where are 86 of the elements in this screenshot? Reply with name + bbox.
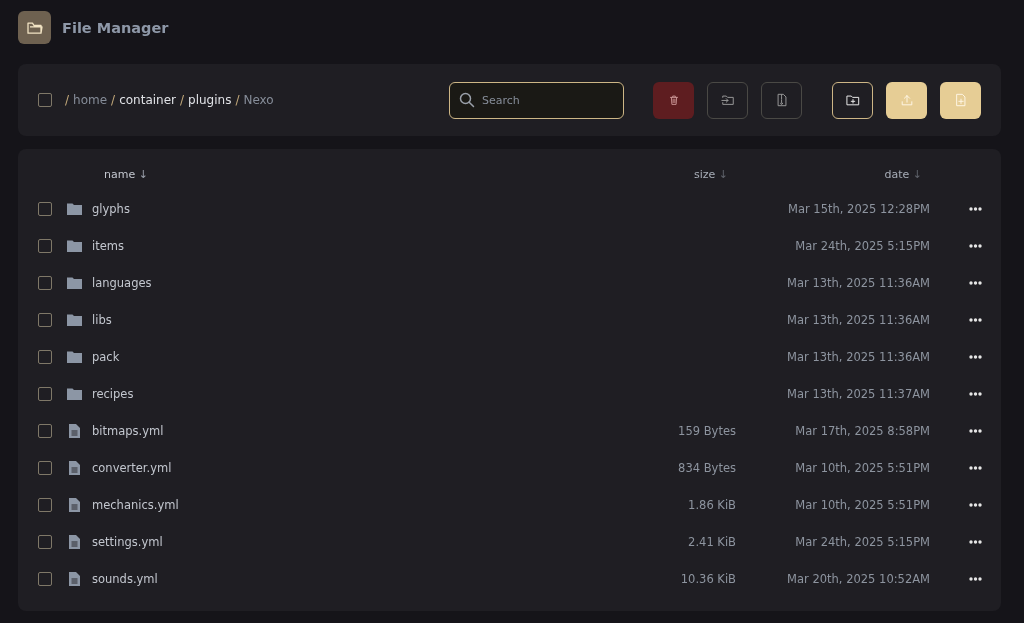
modified-date: Mar 13th, 2025 11:36AM	[786, 312, 930, 327]
modified-date: Mar 20th, 2025 10:52AM	[786, 571, 930, 586]
folder-name[interactable]: glyphs	[92, 201, 616, 216]
more-options-icon[interactable]	[968, 391, 982, 396]
column-header[interactable]: name ↓	[92, 167, 616, 181]
folder-name[interactable]: items	[92, 238, 616, 253]
checkbox[interactable]	[38, 93, 52, 107]
folder-icon	[67, 349, 82, 364]
modified-date: Mar 13th, 2025 11:36AM	[786, 349, 930, 364]
path-separator: /	[180, 93, 185, 107]
more-options-icon[interactable]	[968, 539, 982, 544]
checkbox[interactable]	[38, 201, 52, 216]
app-title: File Manager	[62, 19, 169, 36]
delete-button[interactable]	[653, 81, 694, 119]
more-options-icon[interactable]	[968, 354, 982, 359]
modified-date: Mar 10th, 2025 5:51PM	[794, 497, 930, 512]
file-size: 159 Bytes	[677, 423, 736, 438]
upload-button[interactable]	[886, 81, 927, 119]
folder-plus-icon	[845, 93, 860, 107]
more-options-icon[interactable]	[968, 465, 982, 470]
file-icon	[67, 497, 82, 512]
folder-icon	[67, 201, 82, 216]
file-plus-icon	[953, 93, 968, 107]
file-name[interactable]: settings.yml	[92, 534, 616, 549]
folder-icon	[67, 275, 82, 290]
file-name[interactable]: mechanics.yml	[92, 497, 616, 512]
folder-logo-icon	[18, 11, 51, 44]
checkbox[interactable]	[38, 275, 52, 290]
more-options-icon[interactable]	[968, 280, 982, 285]
more-options-icon[interactable]	[968, 206, 982, 211]
breadcrumb-link[interactable]: Nexo	[243, 93, 274, 107]
checkbox[interactable]	[38, 460, 52, 475]
breadcrumb-link[interactable]: plugins	[188, 93, 232, 107]
folder-name[interactable]: recipes	[92, 386, 616, 401]
file-name[interactable]: converter.yml	[92, 460, 616, 475]
checkbox[interactable]	[38, 571, 52, 586]
path-separator: /	[111, 93, 116, 107]
folder-arrow-icon	[720, 93, 735, 107]
file-icon	[67, 460, 82, 475]
file-name[interactable]: sounds.yml	[92, 571, 616, 586]
checkbox[interactable]	[38, 534, 52, 549]
file-icon	[67, 571, 82, 586]
more-options-icon[interactable]	[968, 317, 982, 322]
more-options-icon[interactable]	[968, 243, 982, 248]
file-name[interactable]: bitmaps.yml	[92, 423, 616, 438]
path-separator: /	[65, 93, 70, 107]
move-button[interactable]	[707, 81, 748, 119]
more-options-icon[interactable]	[968, 428, 982, 433]
modified-date: Mar 10th, 2025 5:51PM	[794, 460, 930, 475]
checkbox[interactable]	[38, 238, 52, 253]
file-size: 1.86 KiB	[687, 497, 736, 512]
new-folder-button[interactable]	[832, 81, 873, 119]
search-icon	[459, 91, 475, 108]
checkbox[interactable]	[38, 312, 52, 327]
breadcrumb-link[interactable]: home	[73, 93, 108, 107]
column-header[interactable]: date ↓	[736, 167, 930, 181]
folder-name[interactable]: languages	[92, 275, 616, 290]
breadcrumb-link[interactable]: container	[119, 93, 176, 107]
modified-date: Mar 13th, 2025 11:37AM	[786, 386, 930, 401]
modified-date: Mar 24th, 2025 5:15PM	[794, 238, 930, 253]
checkbox[interactable]	[38, 386, 52, 401]
path-separator: /	[235, 93, 240, 107]
folder-icon	[67, 386, 82, 401]
more-options-icon[interactable]	[968, 576, 982, 581]
modified-date: Mar 17th, 2025 8:58PM	[794, 423, 930, 438]
modified-date: Mar 15th, 2025 12:28PM	[787, 201, 930, 216]
archive-button[interactable]	[761, 81, 802, 119]
more-options-icon[interactable]	[968, 502, 982, 507]
file-size: 834 Bytes	[677, 460, 736, 475]
file-size: 2.41 KiB	[687, 534, 736, 549]
column-header[interactable]: size ↓	[616, 167, 736, 181]
folder-icon	[67, 238, 82, 253]
checkbox[interactable]	[38, 497, 52, 512]
folder-name[interactable]: libs	[92, 312, 616, 327]
modified-date: Mar 24th, 2025 5:15PM	[794, 534, 930, 549]
file-icon	[67, 534, 82, 549]
file-icon	[67, 423, 82, 438]
folder-name[interactable]: pack	[92, 349, 616, 364]
checkbox[interactable]	[38, 349, 52, 364]
modified-date: Mar 13th, 2025 11:36AM	[786, 275, 930, 290]
folder-icon	[67, 312, 82, 327]
search-field[interactable]: Search	[449, 81, 624, 119]
file-size: 10.36 KiB	[679, 571, 736, 586]
upload-icon	[899, 93, 914, 107]
checkbox[interactable]	[38, 423, 52, 438]
new-file-button[interactable]	[940, 81, 981, 119]
